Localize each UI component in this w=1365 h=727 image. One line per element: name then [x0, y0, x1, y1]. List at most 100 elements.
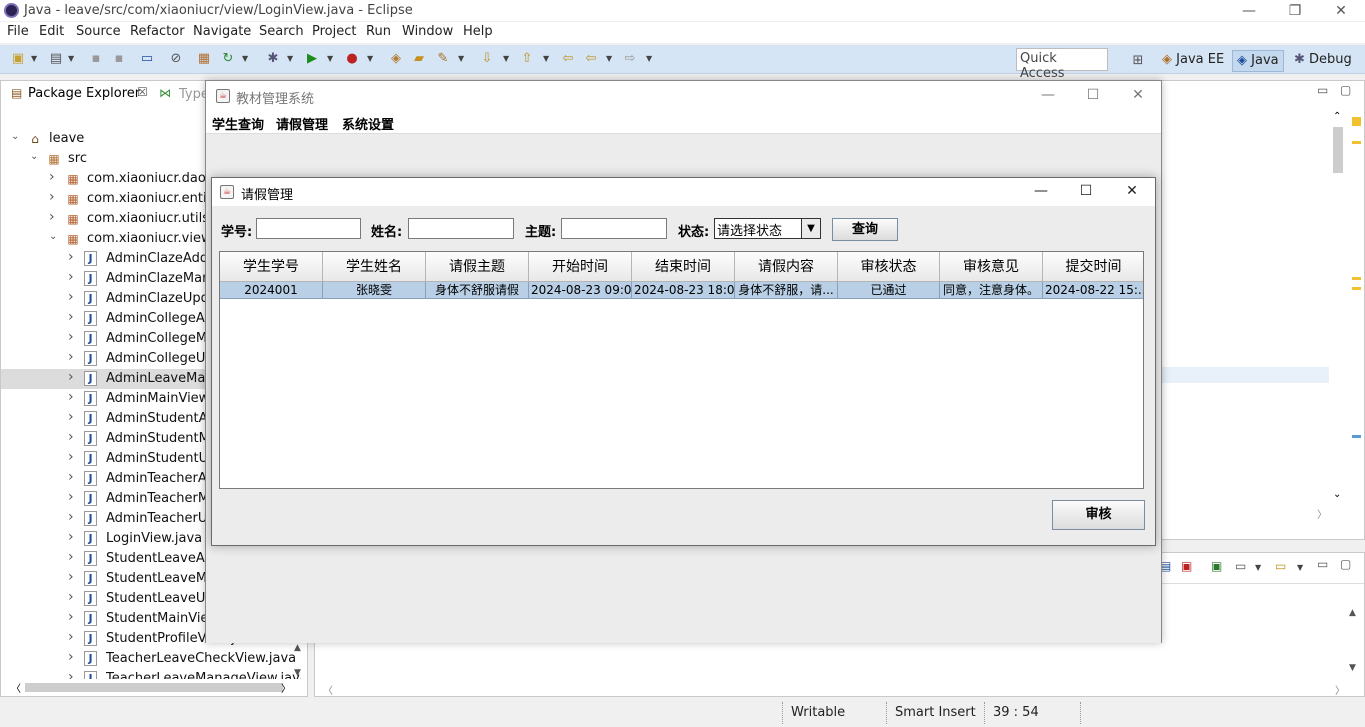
chevron-right-icon[interactable]: ›: [68, 509, 74, 525]
chevron-right-icon[interactable]: ›: [68, 289, 74, 305]
restore-icon[interactable]: ❐: [1285, 2, 1305, 20]
minimize-view-icon[interactable]: ▭: [1317, 557, 1328, 571]
run-icon[interactable]: ▶: [304, 51, 320, 67]
chevron-right-icon[interactable]: ›: [68, 649, 74, 665]
horizontal-scrollbar[interactable]: 〈 〉: [9, 680, 291, 695]
table-header-cell[interactable]: 开始时间: [529, 252, 632, 282]
chevron-down-icon[interactable]: ⌄: [1333, 489, 1341, 500]
pen-icon[interactable]: ✎: [435, 51, 451, 67]
chevron-right-icon[interactable]: ›: [68, 549, 74, 565]
chevron-down-icon[interactable]: ▼: [1349, 663, 1356, 673]
minimize-icon[interactable]: —: [1038, 86, 1058, 104]
minimize-view-icon[interactable]: ▭: [1317, 83, 1328, 97]
new-icon[interactable]: ▣: [10, 51, 26, 67]
chevron-right-icon[interactable]: ›: [68, 669, 74, 679]
open-folder-icon[interactable]: ▰: [411, 51, 427, 67]
chevron-down-icon[interactable]: ▼: [503, 54, 509, 63]
chevron-right-icon[interactable]: ›: [68, 349, 74, 365]
scroll-left-icon[interactable]: 〈: [323, 682, 333, 697]
skip-breakpoints-icon[interactable]: ⊘: [168, 51, 184, 67]
chevron-down-icon[interactable]: ▼: [287, 54, 293, 63]
subject-input[interactable]: [561, 218, 667, 239]
chevron-down-icon[interactable]: ⌄: [11, 131, 19, 142]
chevron-right-icon[interactable]: ›: [68, 429, 74, 445]
chevron-down-icon[interactable]: ▼: [68, 54, 74, 63]
next-annotation-icon[interactable]: ⇧: [519, 51, 535, 67]
close-tab-icon[interactable]: ☒: [137, 85, 148, 99]
chevron-down-icon[interactable]: ▼: [1297, 563, 1303, 572]
menu-source[interactable]: Source: [76, 24, 121, 39]
package-icon[interactable]: ▦: [196, 51, 212, 67]
debug-icon[interactable]: ✱: [265, 51, 281, 67]
display-icon[interactable]: ▭: [1235, 559, 1246, 573]
open-console-icon[interactable]: ▭: [1275, 559, 1286, 573]
chevron-right-icon[interactable]: ›: [68, 569, 74, 585]
chevron-right-icon[interactable]: ›: [68, 369, 74, 385]
chevron-right-icon[interactable]: ›: [49, 169, 55, 185]
chevron-right-icon[interactable]: ›: [68, 469, 74, 485]
package-explorer-tab[interactable]: ▤ Package Explorer ☒: [1, 81, 161, 107]
menu-window[interactable]: Window: [402, 24, 453, 39]
perspective-java[interactable]: ◈ Java: [1232, 50, 1284, 72]
scrollbar-thumb[interactable]: [1333, 127, 1343, 173]
forward-icon[interactable]: ⇨: [622, 51, 638, 67]
chevron-down-icon[interactable]: ▼: [294, 668, 301, 678]
vertical-scrollbar[interactable]: ⌃ ⌄: [1329, 111, 1347, 503]
table-header-cell[interactable]: 审核意见: [940, 252, 1043, 282]
table-header-cell[interactable]: 请假内容: [735, 252, 838, 282]
menu-search[interactable]: Search: [259, 24, 304, 39]
close-icon[interactable]: ✕: [1128, 86, 1148, 104]
annotation-icon[interactable]: ⇩: [479, 51, 495, 67]
menu-file[interactable]: File: [7, 24, 29, 39]
chevron-right-icon[interactable]: ›: [68, 489, 74, 505]
table-header-cell[interactable]: 审核状态: [838, 252, 940, 282]
chevron-down-icon[interactable]: ⌄: [30, 151, 38, 162]
table-header-cell[interactable]: 结束时间: [632, 252, 735, 282]
chevron-right-icon[interactable]: ›: [68, 589, 74, 605]
chevron-right-icon[interactable]: ›: [68, 269, 74, 285]
table-header-cell[interactable]: 提交时间: [1043, 252, 1143, 282]
console-icon[interactable]: ▭: [139, 51, 155, 67]
scroll-left-icon[interactable]: 〈: [11, 680, 21, 695]
menu-help[interactable]: Help: [463, 24, 493, 39]
chevron-right-icon[interactable]: ›: [49, 209, 55, 225]
menu-system-settings[interactable]: 系统设置: [342, 114, 394, 133]
chevron-right-icon[interactable]: ›: [68, 529, 74, 545]
remove-icon[interactable]: ▣: [1181, 559, 1192, 573]
minimize-icon[interactable]: —: [1239, 2, 1259, 20]
maximize-view-icon[interactable]: ▢: [1340, 83, 1351, 97]
tree-item[interactable]: › J TeacherLeaveCheckView.java: [1, 649, 301, 669]
menu-navigate[interactable]: Navigate: [193, 24, 251, 39]
open-perspective-icon[interactable]: ⊞: [1130, 53, 1146, 69]
scroll-right-icon[interactable]: 〉: [1335, 682, 1345, 697]
chevron-right-icon[interactable]: ›: [68, 329, 74, 345]
back-icon[interactable]: ⇦: [583, 51, 599, 67]
menu-project[interactable]: Project: [312, 24, 356, 39]
chevron-up-icon[interactable]: ▲: [294, 643, 301, 653]
chevron-down-icon[interactable]: ▼: [31, 54, 37, 63]
minimize-icon[interactable]: —: [1031, 182, 1051, 200]
scrollbar-thumb[interactable]: [25, 683, 283, 692]
run-external-icon[interactable]: ●: [344, 51, 360, 67]
chevron-down-icon[interactable]: ▼: [801, 219, 820, 238]
perspective-java-ee[interactable]: ◈ Java EE: [1158, 50, 1228, 72]
query-button[interactable]: 查询: [832, 218, 898, 241]
chevron-right-icon[interactable]: ›: [68, 249, 74, 265]
chevron-down-icon[interactable]: ▼: [646, 54, 652, 63]
refresh-icon[interactable]: ↻: [220, 51, 236, 67]
menu-leave-management[interactable]: 请假管理: [276, 114, 328, 133]
menu-run[interactable]: Run: [366, 24, 391, 39]
student-no-input[interactable]: [256, 218, 361, 239]
chevron-down-icon[interactable]: ▼: [327, 54, 333, 63]
save-icon[interactable]: ▪: [88, 51, 104, 67]
chevron-right-icon[interactable]: ›: [68, 409, 74, 425]
chevron-down-icon[interactable]: ▼: [242, 54, 248, 63]
last-edit-icon[interactable]: ⇦: [560, 51, 576, 67]
maximize-icon[interactable]: ☐: [1083, 86, 1103, 104]
chevron-up-icon[interactable]: ▲: [1349, 608, 1356, 618]
chevron-right-icon[interactable]: ›: [49, 189, 55, 205]
table-header-cell[interactable]: 学生学号: [220, 252, 323, 282]
chevron-down-icon[interactable]: ▼: [458, 54, 464, 63]
save-all-icon[interactable]: ▪: [111, 51, 127, 67]
scroll-right-icon[interactable]: 〉: [281, 680, 291, 695]
